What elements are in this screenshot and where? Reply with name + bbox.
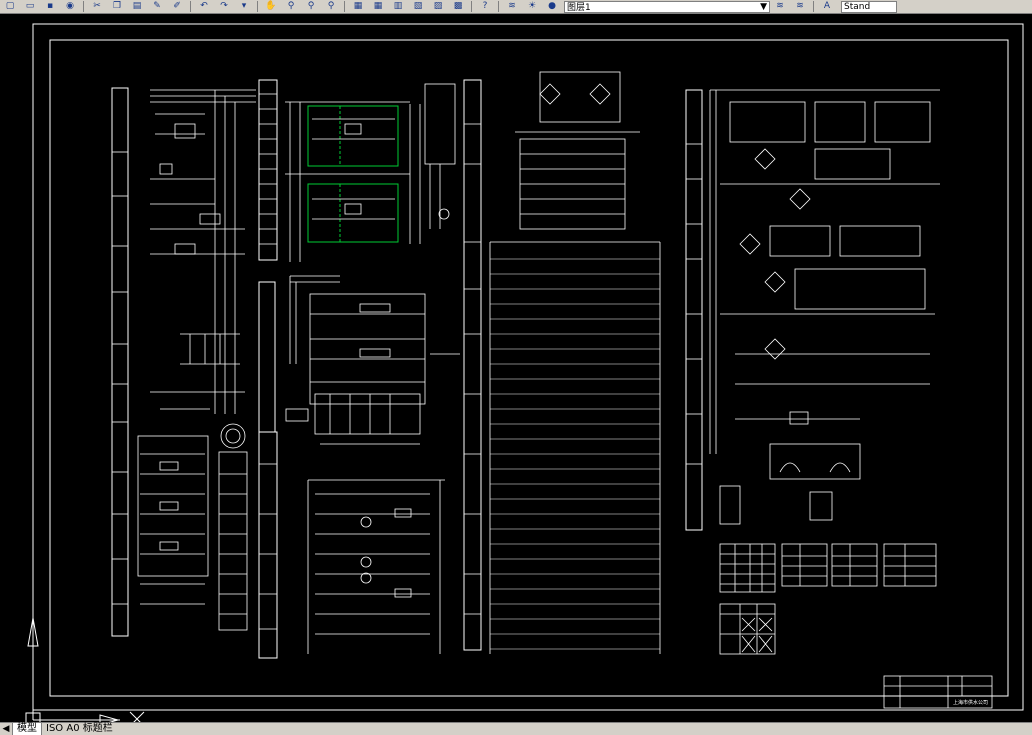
new-icon[interactable]: ▢ bbox=[2, 1, 18, 12]
toolbar-separator bbox=[471, 1, 472, 12]
redo-icon[interactable]: ↷ bbox=[216, 1, 232, 12]
standard-toolbar: ▢ ▭ ▪ ◉ ✂ ❐ ▤ ✎ ✐ ↶ ↷ ▾ ✋ ⚲ ⚲ ⚲ ▦ ▦ ▥ ▧ … bbox=[0, 0, 1032, 14]
open-icon[interactable]: ▭ bbox=[22, 1, 38, 12]
help-icon[interactable]: ? bbox=[477, 1, 493, 12]
layer-name: 图层1 bbox=[567, 3, 591, 13]
tab-model[interactable]: 模型 bbox=[12, 723, 42, 735]
tab-scroll-left-icon[interactable]: ◀ bbox=[0, 723, 12, 735]
zoom-window-icon[interactable]: ⚲ bbox=[303, 1, 319, 12]
layer-on-icon[interactable]: ☀ bbox=[524, 1, 540, 12]
calculator-icon[interactable]: ▩ bbox=[450, 1, 466, 12]
design-center-icon[interactable]: ▦ bbox=[370, 1, 386, 12]
zoom-previous-icon[interactable]: ⚲ bbox=[323, 1, 339, 12]
brush-icon[interactable]: ✐ bbox=[169, 1, 185, 12]
toolbar-separator bbox=[257, 1, 258, 12]
toolbar-separator bbox=[190, 1, 191, 12]
toolbar-separator bbox=[498, 1, 499, 12]
dropdown-arrow-icon[interactable]: ▾ bbox=[236, 1, 252, 12]
title-block-name: 上海市供水公司 bbox=[953, 699, 988, 706]
copy-icon[interactable]: ❐ bbox=[109, 1, 125, 12]
toolbar-separator bbox=[813, 1, 814, 12]
match-prop-icon[interactable]: ✎ bbox=[149, 1, 165, 12]
text-style-name: Stand bbox=[844, 1, 871, 12]
save-icon[interactable]: ▪ bbox=[42, 1, 58, 12]
toolbar-separator bbox=[83, 1, 84, 12]
layer-previous-icon[interactable]: ≋ bbox=[792, 1, 808, 12]
properties-icon[interactable]: ▦ bbox=[350, 1, 366, 12]
zoom-realtime-icon[interactable]: ⚲ bbox=[283, 1, 299, 12]
cut-icon[interactable]: ✂ bbox=[89, 1, 105, 12]
sheet-set-icon[interactable]: ▧ bbox=[410, 1, 426, 12]
text-style-icon[interactable]: A bbox=[819, 1, 835, 12]
paste-icon[interactable]: ▤ bbox=[129, 1, 145, 12]
markup-icon[interactable]: ▨ bbox=[430, 1, 446, 12]
layer-dropdown[interactable]: 图层1 ▼ bbox=[564, 0, 770, 13]
undo-icon[interactable]: ↶ bbox=[196, 1, 212, 12]
drawing-canvas[interactable]: 上海市供水公司 bbox=[0, 14, 1032, 722]
layer-freeze-icon[interactable]: ● bbox=[544, 1, 560, 12]
toolbar-separator bbox=[344, 1, 345, 12]
tab-layout1[interactable]: ISO A0 标题栏 bbox=[42, 723, 117, 735]
layout-tabbar: ◀ 模型 ISO A0 标题栏 bbox=[0, 722, 1032, 735]
chevron-down-icon: ▼ bbox=[760, 1, 767, 12]
pan-icon[interactable]: ✋ bbox=[263, 1, 279, 12]
tool-palette-icon[interactable]: ▥ bbox=[390, 1, 406, 12]
layer-state-icon[interactable]: ≋ bbox=[772, 1, 788, 12]
text-style-dropdown[interactable]: Stand bbox=[841, 0, 897, 13]
layer-manager-icon[interactable]: ≋ bbox=[504, 1, 520, 12]
publish-icon[interactable]: ◉ bbox=[62, 1, 78, 12]
